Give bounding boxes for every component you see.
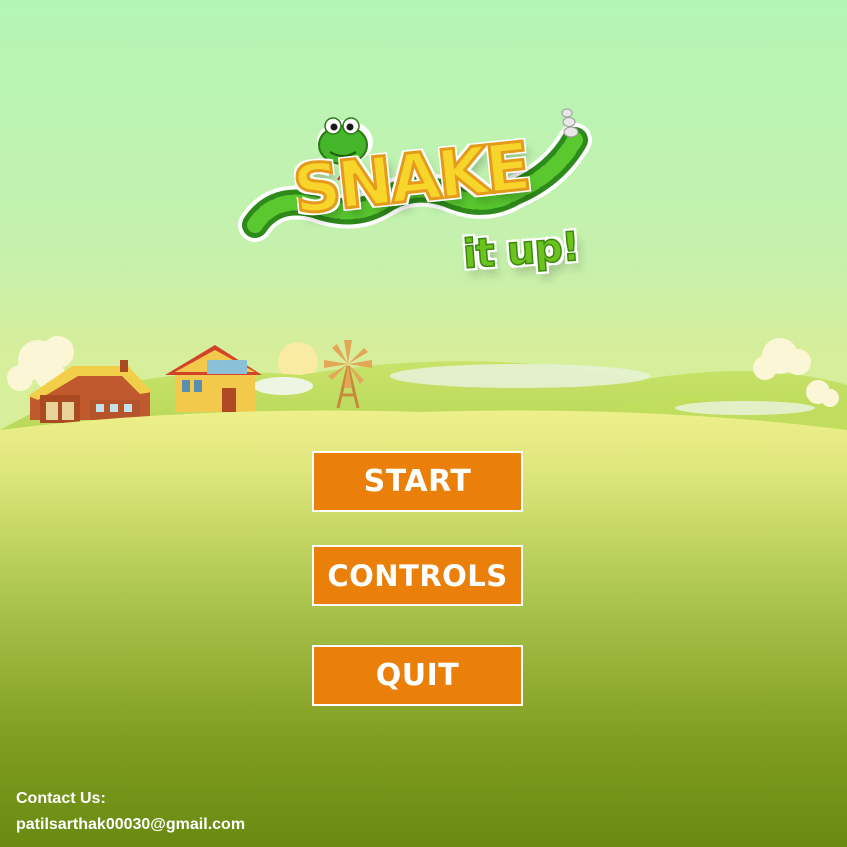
contact-heading: Contact Us: — [16, 790, 106, 807]
logo-subtitle: it up! — [461, 223, 582, 278]
snake-rattle — [561, 108, 579, 138]
start-button[interactable]: START — [312, 451, 523, 512]
contact-email: patilsarthak00030@gmail.com — [16, 816, 246, 833]
farmhouse — [165, 345, 262, 412]
quit-button[interactable]: QUIT — [312, 645, 523, 706]
controls-button[interactable]: CONTROLS — [312, 545, 523, 606]
game-logo: SNAKE it up! — [235, 100, 600, 300]
